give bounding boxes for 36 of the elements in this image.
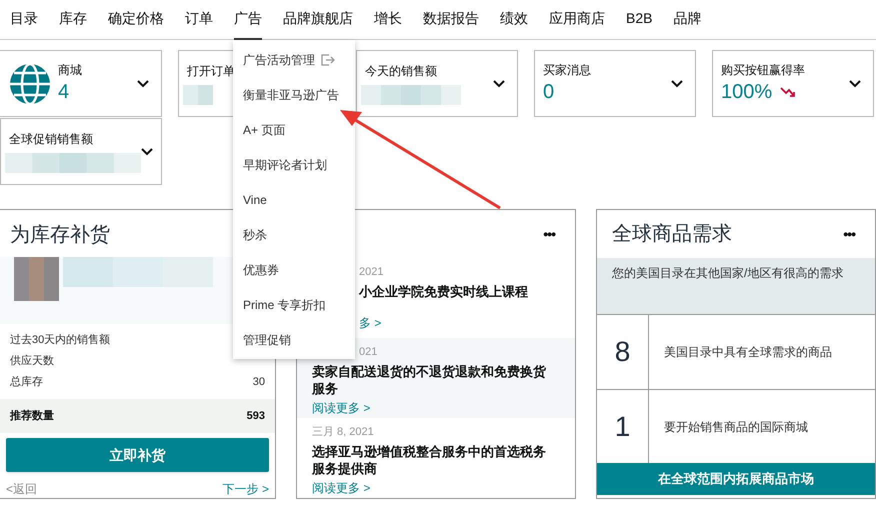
menu-item-label: 管理促销 [243, 332, 291, 348]
tile-label: 打开订单 [187, 62, 236, 78]
news-title: 小企业学院免费实时线上课程 [359, 282, 528, 300]
news-date: 021 [359, 345, 378, 360]
tile-label: 商城 [58, 62, 83, 78]
news-date: 三月 8, 2021 [312, 425, 374, 440]
stat-label: 总库存 [10, 374, 43, 390]
card-title: 为库存补货 [10, 224, 110, 246]
menu-item-label: Vine [243, 192, 267, 208]
stat-label: 过去30天内的销售额 [10, 332, 110, 348]
menu-item-label: 广告活动管理 [243, 52, 315, 68]
menu-item-label: 优惠券 [243, 262, 279, 278]
tile-label: 全球促销销售额 [9, 130, 94, 146]
news-date: 2021 [359, 265, 384, 280]
stat-label: 推荐数量 [10, 408, 54, 424]
news-title: 选择亚马逊增值税整合服务中的首选税务服务提供商 [312, 442, 547, 476]
tile-label: 买家消息 [543, 62, 592, 78]
news-title: 卖家自配送退货的不退货退款和免费换货服务 [312, 362, 547, 396]
tile-value: 0 [543, 80, 554, 104]
notice-text: 您的美国目录在其他国家/地区有很高的需求 [597, 258, 875, 315]
menu-item-label: 衡量非亚马逊广告 [243, 86, 339, 104]
tile-label: 今天的销售额 [365, 62, 438, 78]
demand-text: 要开始销售商品的国际商城 [663, 419, 809, 436]
stat-value: 593 [246, 409, 265, 424]
stat-value: 30 [252, 375, 265, 390]
tile-value: 4 [58, 80, 70, 104]
menu-item-label: 秒杀 [243, 226, 267, 244]
demand-count: 8 [597, 315, 649, 389]
stat-label: 供应天数 [10, 354, 54, 370]
tile-label: 购买按钮赢得率 [721, 62, 806, 78]
menu-item-label: A+ 页面 [243, 122, 286, 138]
card-title: 全球商品需求 [612, 222, 732, 247]
menu-item-label: Prime 专享折扣 [243, 296, 326, 314]
tile-value: 100% [721, 80, 772, 104]
demand-text: 美国目录中具有全球需求的商品 [663, 344, 833, 361]
menu-item-label: 早期评论者计划 [243, 156, 327, 174]
